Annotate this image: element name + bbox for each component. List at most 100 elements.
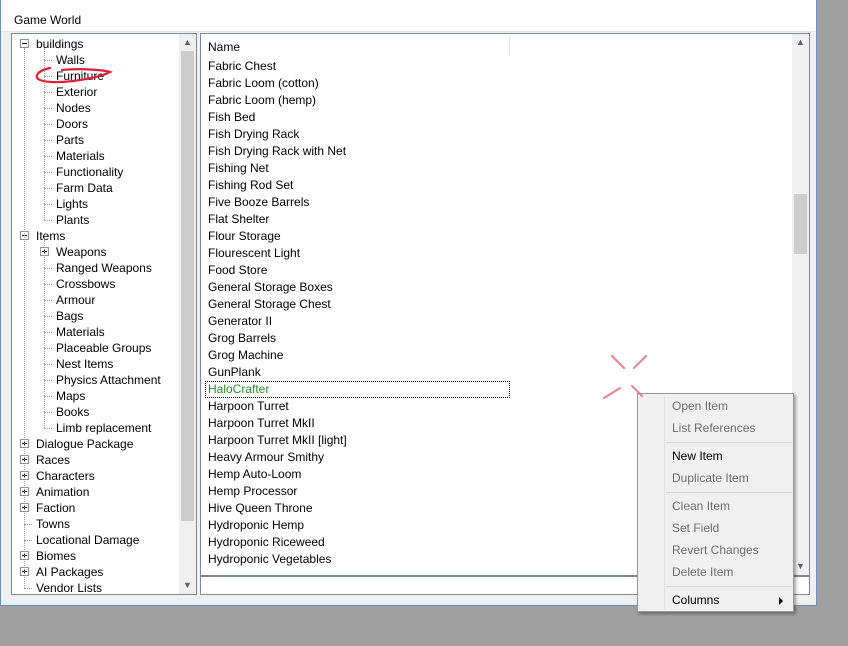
tree-item[interactable]: AI Packages <box>12 564 178 580</box>
tree-item[interactable]: Materials <box>12 324 178 340</box>
list-item[interactable]: Fish Drying Rack with Net <box>208 143 346 160</box>
tree-item[interactable]: Physics Attachment <box>12 372 178 388</box>
list-item[interactable]: Hydroponic Vegetables <box>208 551 331 568</box>
tree-item[interactable]: Nest Items <box>12 356 178 372</box>
menu-item-list-references[interactable]: List References <box>672 421 755 435</box>
tree-item[interactable]: Books <box>12 404 178 420</box>
menu-item-open-item[interactable]: Open Item <box>672 399 728 413</box>
tree-item[interactable]: Maps <box>12 388 178 404</box>
tree-item[interactable]: Locational Damage <box>12 532 178 548</box>
tree-item[interactable]: Towns <box>12 516 178 532</box>
tree-item[interactable]: Ranged Weapons <box>12 260 178 276</box>
tree-connector <box>44 60 52 61</box>
list-item[interactable]: Grog Barrels <box>208 330 276 347</box>
list-item[interactable]: HaloCrafter <box>205 381 510 398</box>
tree-connector <box>44 412 52 413</box>
tree-item[interactable]: Crossbows <box>12 276 178 292</box>
tree-item[interactable]: Limb replacement <box>12 420 178 436</box>
list-item[interactable]: Harpoon Turret MkII [light] <box>208 432 347 449</box>
tree-scrollbar[interactable]: ▲ ▼ <box>179 34 196 594</box>
tree-item[interactable]: buildings <box>12 36 178 52</box>
list-item[interactable]: GunPlank <box>208 364 261 381</box>
tree-scroll-thumb[interactable] <box>181 51 194 521</box>
tree-item[interactable]: Dialogue Package <box>12 436 178 452</box>
name-column-header[interactable]: Name <box>208 40 240 54</box>
tree-item[interactable]: Nodes <box>12 100 178 116</box>
list-item[interactable]: General Storage Boxes <box>208 279 333 296</box>
list-item[interactable]: Flat Shelter <box>208 211 269 228</box>
tree-item[interactable]: Characters <box>12 468 178 484</box>
tree-item[interactable]: Animation <box>12 484 178 500</box>
tree-item[interactable]: Faction <box>12 500 178 516</box>
column-divider[interactable] <box>509 36 510 56</box>
chevron-down-icon[interactable]: ▼ <box>179 577 196 594</box>
list-item[interactable]: Fabric Loom (cotton) <box>208 75 319 92</box>
list-item[interactable]: Fish Bed <box>208 109 255 126</box>
tree-item-label: Locational Damage <box>36 533 140 547</box>
list-item[interactable]: Hive Queen Throne <box>208 500 313 517</box>
tree-item[interactable]: Lights <box>12 196 178 212</box>
list-item[interactable]: Grog Machine <box>208 347 283 364</box>
tree-item[interactable]: Plants <box>12 212 178 228</box>
list-item[interactable]: Flourescent Light <box>208 245 300 262</box>
menu-item-new-item[interactable]: New Item <box>672 449 723 463</box>
chevron-up-icon[interactable]: ▲ <box>179 34 196 51</box>
list-item[interactable]: Hydroponic Riceweed <box>208 534 325 551</box>
tree-item-label: Weapons <box>56 245 107 259</box>
chevron-up-icon[interactable]: ▲ <box>792 34 809 51</box>
tree-item[interactable]: Bags <box>12 308 178 324</box>
list-item[interactable]: Hemp Auto-Loom <box>208 466 301 483</box>
tree-item-label: Materials <box>56 325 105 339</box>
list-item[interactable]: Hemp Processor <box>208 483 297 500</box>
list-item[interactable]: Fabric Loom (hemp) <box>208 92 316 109</box>
tree-item[interactable]: Farm Data <box>12 180 178 196</box>
tree-connector <box>24 540 32 541</box>
chevron-down-icon[interactable]: ▼ <box>792 558 809 575</box>
tree-item[interactable]: Walls <box>12 52 178 68</box>
list-item[interactable]: Fish Drying Rack <box>208 126 299 143</box>
tree-item[interactable]: Armour <box>12 292 178 308</box>
list-item[interactable]: Heavy Armour Smithy <box>208 449 324 466</box>
tree-item[interactable]: Races <box>12 452 178 468</box>
tree-item[interactable]: Materials <box>12 148 178 164</box>
menu-item-revert-changes[interactable]: Revert Changes <box>672 543 759 557</box>
list-item[interactable]: Harpoon Turret MkII <box>208 415 315 432</box>
tree-connector <box>44 300 52 301</box>
menu-item-delete-item[interactable]: Delete Item <box>672 565 733 579</box>
menu-item-duplicate-item[interactable]: Duplicate Item <box>672 471 749 485</box>
tree-connector <box>44 284 52 285</box>
list-item[interactable]: Harpoon Turret <box>208 398 289 415</box>
list-scroll-thumb[interactable] <box>794 194 807 254</box>
collapse-icon[interactable] <box>20 39 29 48</box>
tree-item[interactable]: Placeable Groups <box>12 340 178 356</box>
tree-item[interactable]: Furniture <box>12 68 178 84</box>
tree-item[interactable]: Doors <box>12 116 178 132</box>
tree-item[interactable]: Parts <box>12 132 178 148</box>
tree-item-label: Armour <box>56 293 96 307</box>
tree-item-label: Physics Attachment <box>56 373 161 387</box>
tree-item[interactable]: Vendor Lists <box>12 580 178 594</box>
tree-item[interactable]: Exterior <box>12 84 178 100</box>
list-item[interactable]: Fabric Chest <box>208 58 276 75</box>
tree-item[interactable]: Items <box>12 228 178 244</box>
list-item[interactable]: Fishing Rod Set <box>208 177 293 194</box>
list-item[interactable]: Fishing Net <box>208 160 269 177</box>
tree-item[interactable]: Weapons <box>12 244 178 260</box>
list-item[interactable]: Five Booze Barrels <box>208 194 309 211</box>
tree-item-label: Plants <box>56 213 90 227</box>
list-item[interactable]: Generator II <box>208 313 272 330</box>
list-item[interactable]: Food Store <box>208 262 267 279</box>
menu-item-columns[interactable]: Columns <box>672 593 719 607</box>
tree-item[interactable]: Functionality <box>12 164 178 180</box>
category-tree[interactable]: buildings Walls Furniture Exterior Nodes Door… <box>11 33 197 595</box>
tree-connector <box>44 124 52 125</box>
list-item[interactable]: Hydroponic Hemp <box>208 517 304 534</box>
menu-item-set-field[interactable]: Set Field <box>672 521 719 535</box>
tree-item-label: Parts <box>56 133 85 147</box>
list-item[interactable]: General Storage Chest <box>208 296 331 313</box>
tree-connector <box>44 156 52 157</box>
menu-item-clean-item[interactable]: Clean Item <box>672 499 730 513</box>
tree-item[interactable]: Biomes <box>12 548 178 564</box>
list-item[interactable]: Flour Storage <box>208 228 281 245</box>
list-scrollbar[interactable]: ▲ ▼ <box>792 34 809 575</box>
